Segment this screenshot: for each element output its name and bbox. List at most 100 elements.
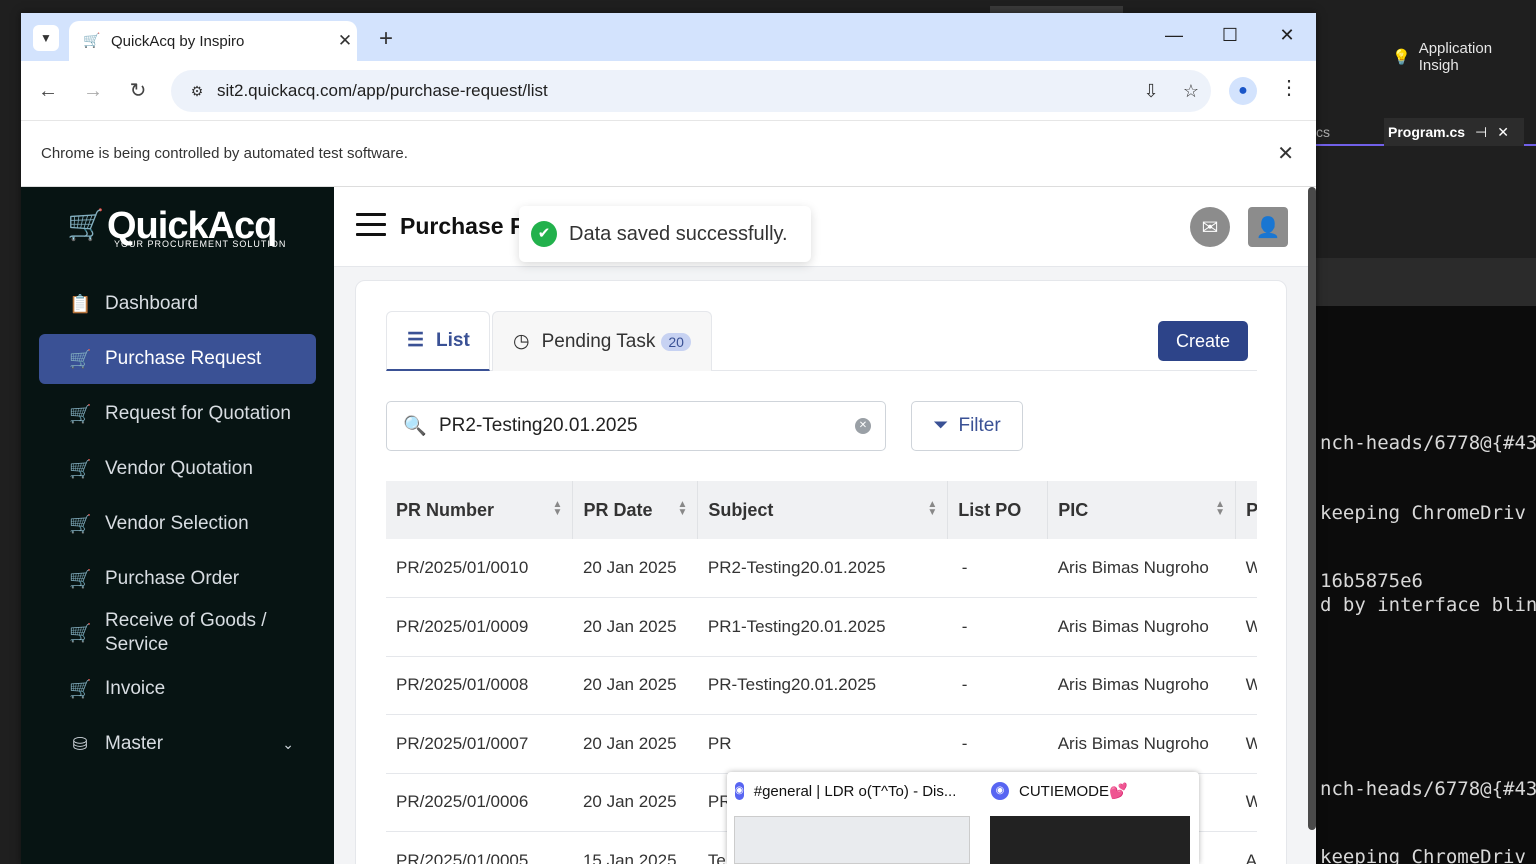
sidebar-item-receive-of-goods-service[interactable]: 🛒 Receive of Goods / Service bbox=[39, 607, 316, 659]
sort-icon[interactable]: ▲ ▼ bbox=[677, 500, 687, 518]
ide-console: nch-heads/6778@{#43 keeping ChromeDriv 16b… bbox=[1316, 306, 1536, 864]
search-box[interactable]: 🔍 ✕ bbox=[386, 401, 886, 451]
create-button[interactable]: Create bbox=[1158, 321, 1248, 361]
sidebar-item-dashboard[interactable]: 📋 Dashboard bbox=[39, 279, 316, 329]
ide-strip bbox=[1316, 258, 1536, 306]
column-header[interactable]: PR Date ▲ ▼ bbox=[572, 481, 699, 539]
ide-insights-button[interactable]: 💡 Application Insigh bbox=[1316, 40, 1536, 74]
column-header-label: PR Date bbox=[583, 499, 653, 520]
maximize-button[interactable]: ☐ bbox=[1215, 25, 1245, 49]
table-cell: Aris Bimas Nugroho bbox=[1047, 656, 1236, 715]
database-icon: ⛁ bbox=[72, 733, 88, 754]
thumb-cutiemode[interactable]: ◉ CUTIEMODE💕 bbox=[983, 772, 1211, 864]
tab-list-label: List bbox=[436, 329, 470, 351]
table-row[interactable]: PR/2025/01/0010 20 Jan 2025 PR2-Testing20.… bbox=[386, 539, 1257, 598]
close-tab-icon[interactable]: ✕ bbox=[333, 31, 357, 51]
mail-icon[interactable]: ✉ bbox=[1190, 207, 1230, 247]
column-header[interactable]: Subject ▲ ▼ bbox=[697, 481, 949, 539]
column-header[interactable]: PI bbox=[1235, 481, 1257, 539]
close-infobar-icon[interactable]: ✕ bbox=[1277, 141, 1294, 166]
table-cell: 20 Jan 2025 bbox=[572, 773, 698, 832]
sidebar-item-vendor-quotation[interactable]: 🛒 Vendor Quotation bbox=[39, 444, 316, 494]
thumb-preview bbox=[734, 816, 970, 864]
close-window-button[interactable]: ✕ bbox=[1272, 25, 1302, 49]
search-icon: 🔍 bbox=[403, 416, 427, 437]
console-line: keeping ChromeDriv bbox=[1320, 502, 1526, 524]
table-cell: Aris Bimas Nugroho bbox=[1047, 597, 1236, 657]
sidebar-item-request-for-quotation[interactable]: 🛒 Request for Quotation bbox=[39, 389, 316, 439]
site-info-icon[interactable]: ⚙ bbox=[183, 77, 211, 105]
column-header[interactable]: PR Number ▲ ▼ bbox=[386, 481, 574, 539]
cart-search-icon: 🛒 bbox=[69, 403, 92, 424]
minimize-button[interactable]: — bbox=[1159, 25, 1189, 49]
sidebar-item-purchase-order[interactable]: 🛒 Purchase Order bbox=[39, 554, 316, 604]
column-header[interactable]: PIC ▲ ▼ bbox=[1047, 481, 1237, 539]
sidebar-item-master[interactable]: ⛁ Master ⌄ bbox=[39, 719, 316, 769]
column-header-label: PIC bbox=[1058, 499, 1089, 520]
browser-tabbar: ▼ 🛒 QuickAcq by Inspiro ✕ + — ☐ ✕ bbox=[21, 13, 1316, 61]
chevron-down-icon[interactable]: ⌄ bbox=[282, 736, 294, 753]
url-text[interactable]: sit2.quickacq.com/app/purchase-request/l… bbox=[217, 81, 1131, 101]
thumb-discord-general[interactable]: ◉ #general | LDR o(T^To) - Dis... bbox=[727, 772, 970, 864]
app-root: 🛒 QuickAcq YOUR PROCUREMENT SOLUTION 📋 Da… bbox=[21, 187, 1316, 864]
new-tab-button[interactable]: + bbox=[373, 25, 399, 53]
table-cell: - bbox=[947, 656, 1048, 715]
ide-tab-dim[interactable]: cs bbox=[1316, 124, 1330, 140]
profile-icon[interactable]: ● bbox=[1229, 77, 1257, 105]
user-avatar-icon[interactable]: 👤 bbox=[1248, 207, 1288, 247]
address-bar[interactable]: ⚙ sit2.quickacq.com/app/purchase-request… bbox=[171, 70, 1211, 112]
clear-search-icon[interactable]: ✕ bbox=[855, 418, 871, 434]
table-cell: 15 Jan 2025 bbox=[572, 831, 698, 864]
browser-window: ▼ 🛒 QuickAcq by Inspiro ✕ + — ☐ ✕ ← → ↻ … bbox=[21, 13, 1316, 864]
tab-search-button[interactable]: ▼ bbox=[33, 25, 59, 51]
reload-button[interactable]: ↻ bbox=[126, 79, 150, 103]
sort-icon[interactable]: ▲ ▼ bbox=[1215, 500, 1225, 518]
browser-toolbar: ← → ↻ ⚙ sit2.quickacq.com/app/purchase-r… bbox=[21, 61, 1316, 121]
console-line: nch-heads/6778@{#43 bbox=[1320, 432, 1536, 454]
browser-tab[interactable]: 🛒 QuickAcq by Inspiro ✕ bbox=[69, 21, 357, 61]
filter-button[interactable]: ⏷ Filter bbox=[911, 401, 1023, 451]
sidebar-item-purchase-request[interactable]: 🛒 Purchase Request bbox=[39, 334, 316, 384]
back-button[interactable]: ← bbox=[36, 79, 60, 103]
column-header[interactable]: List PO bbox=[947, 481, 1049, 539]
forward-button[interactable]: → bbox=[81, 79, 105, 103]
column-header-label: PI bbox=[1246, 499, 1257, 520]
table-cell: PR/2025/01/0008 bbox=[386, 656, 573, 715]
main-content: Purchase Re ✉ 👤 ✔ Data saved successfull… bbox=[334, 187, 1316, 864]
column-header-label: List PO bbox=[958, 499, 1022, 520]
tab-pending-task[interactable]: ◷ Pending Task 20 bbox=[492, 311, 712, 371]
sidebar-item-invoice[interactable]: 🛒 Invoice bbox=[39, 664, 316, 714]
hamburger-menu-icon[interactable] bbox=[356, 213, 386, 239]
view-tabs: ☰ List ◷ Pending Task 20 bbox=[386, 311, 1257, 371]
sidebar-item-vendor-selection[interactable]: 🛒 Vendor Selection bbox=[39, 499, 316, 549]
table-cell: - bbox=[947, 539, 1048, 598]
tab-list[interactable]: ☰ List bbox=[386, 311, 490, 371]
table-row[interactable]: PR/2025/01/0008 20 Jan 2025 PR-Testing20.0… bbox=[386, 656, 1257, 715]
taskbar-thumbnails: ◉ #general | LDR o(T^To) - Dis... ◉ CUTIEM… bbox=[727, 772, 1199, 864]
cart-favicon-icon: 🛒 bbox=[83, 32, 101, 48]
sidebar-item-label: Dashboard bbox=[105, 293, 198, 314]
table-row[interactable]: PR/2025/01/0009 20 Jan 2025 PR1-Testing20.… bbox=[386, 597, 1257, 657]
menu-kebab-icon[interactable]: ⋮ bbox=[1279, 75, 1299, 100]
table-row[interactable]: PR/2025/01/0007 20 Jan 2025 PR - Aris Bimas … bbox=[386, 714, 1257, 774]
bookmark-star-icon[interactable]: ☆ bbox=[1171, 81, 1211, 102]
chevron-down-icon: ▼ bbox=[40, 31, 52, 45]
column-header-label: Subject bbox=[708, 499, 774, 520]
sort-icon[interactable]: ▲ ▼ bbox=[927, 500, 937, 518]
search-input[interactable] bbox=[439, 415, 855, 437]
discord-icon: ◉ bbox=[735, 782, 744, 800]
pin-icon[interactable]: ⊣ bbox=[1475, 124, 1487, 141]
table-cell: 20 Jan 2025 bbox=[572, 539, 698, 598]
close-icon[interactable]: ✕ bbox=[1497, 124, 1509, 141]
thumb-title: CUTIEMODE💕 bbox=[1019, 783, 1128, 800]
sort-icon[interactable]: ▲ ▼ bbox=[553, 500, 563, 518]
quickacq-logo: 🛒 QuickAcq YOUR PROCUREMENT SOLUTION bbox=[65, 201, 305, 251]
cart-list-icon: 🛒 bbox=[69, 568, 92, 589]
install-app-icon[interactable]: ⇩ bbox=[1131, 81, 1171, 102]
table-cell: PR/2025/01/0006 bbox=[386, 773, 573, 832]
page-scrollbar[interactable] bbox=[1308, 187, 1316, 830]
table-cell: Aris Bimas Nugroho bbox=[1047, 714, 1236, 774]
table-cell: W bbox=[1235, 714, 1257, 774]
ide-tab-program[interactable]: Program.cs ⊣ ✕ bbox=[1384, 118, 1524, 146]
table-cell: 20 Jan 2025 bbox=[572, 656, 698, 715]
